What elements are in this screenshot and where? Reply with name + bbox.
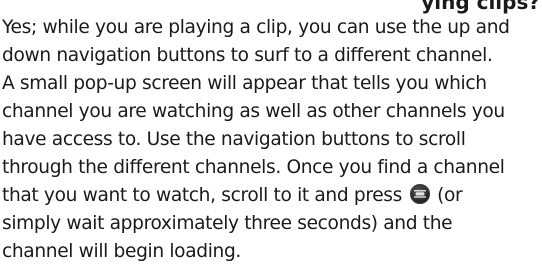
paragraph-line-7: that you want to watch, scroll to it and… [2,182,540,210]
paragraph-line-3: A small pop-up screen will appear that t… [2,73,487,94]
body-paragraph: Yes; while you are playing a clip, you c… [2,0,540,266]
paragraph-line-2: down navigation buttons to surf to a dif… [2,45,493,66]
paragraph-line-5: have access to. Use the navigation butto… [2,129,466,150]
menu-ok-icon [409,184,430,204]
paragraph-line-9: channel will begin loading. [2,241,241,262]
paragraph-line-7-tail: (or [437,185,463,206]
paragraph-line-4: channel you are watching as well as othe… [2,101,505,122]
paragraph-line-6: through the different channels. Once you… [2,157,505,178]
paragraph-line-1: Yes; while you are playing a clip, you c… [2,17,510,38]
paragraph-line-7-text: that you want to watch, scroll to it and… [2,185,402,206]
line-spacer [2,0,540,14]
paragraph-line-8: simply wait approximately three seconds)… [2,213,453,234]
